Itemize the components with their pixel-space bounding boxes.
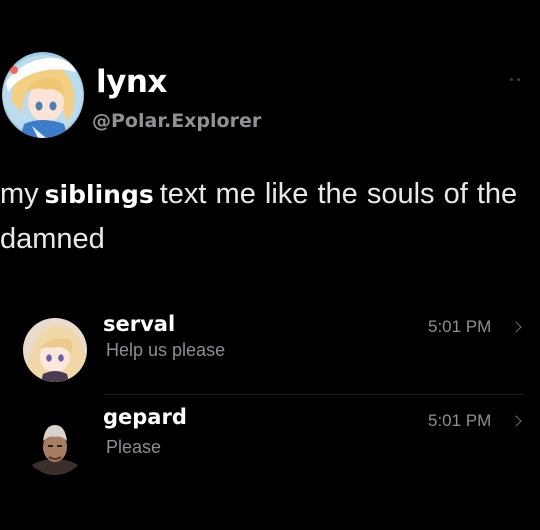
lynx-avatar-icon[interactable] <box>2 52 84 138</box>
post-text: my siblings text me like the souls of the … <box>0 172 536 262</box>
message-time: 5:01 PM <box>428 317 492 336</box>
post-text-start: my <box>0 178 39 210</box>
post-header: lynx @Polar.Explorer <box>0 52 540 144</box>
message-sender: serval <box>103 312 176 336</box>
chevron-right-icon <box>510 415 522 427</box>
message-time: 5:01 PM <box>428 411 492 430</box>
message-preview: Help us please <box>106 340 226 360</box>
gepard-avatar-icon[interactable] <box>23 411 87 475</box>
author-name[interactable]: lynx <box>96 64 167 100</box>
list-item[interactable]: serval Help us please 5:01 PM <box>0 304 540 384</box>
list-item[interactable]: gepard Please 5:01 PM <box>0 399 540 479</box>
author-handle[interactable]: @Polar.Explorer <box>92 109 261 133</box>
message-sender: gepard <box>103 405 187 429</box>
chevron-right-icon <box>510 321 522 333</box>
divider <box>104 394 524 395</box>
more-options-icon[interactable] <box>510 78 524 84</box>
serval-avatar-icon[interactable] <box>23 318 87 382</box>
message-preview: Please <box>106 437 162 457</box>
post-text-emphasis: siblings <box>44 180 154 209</box>
